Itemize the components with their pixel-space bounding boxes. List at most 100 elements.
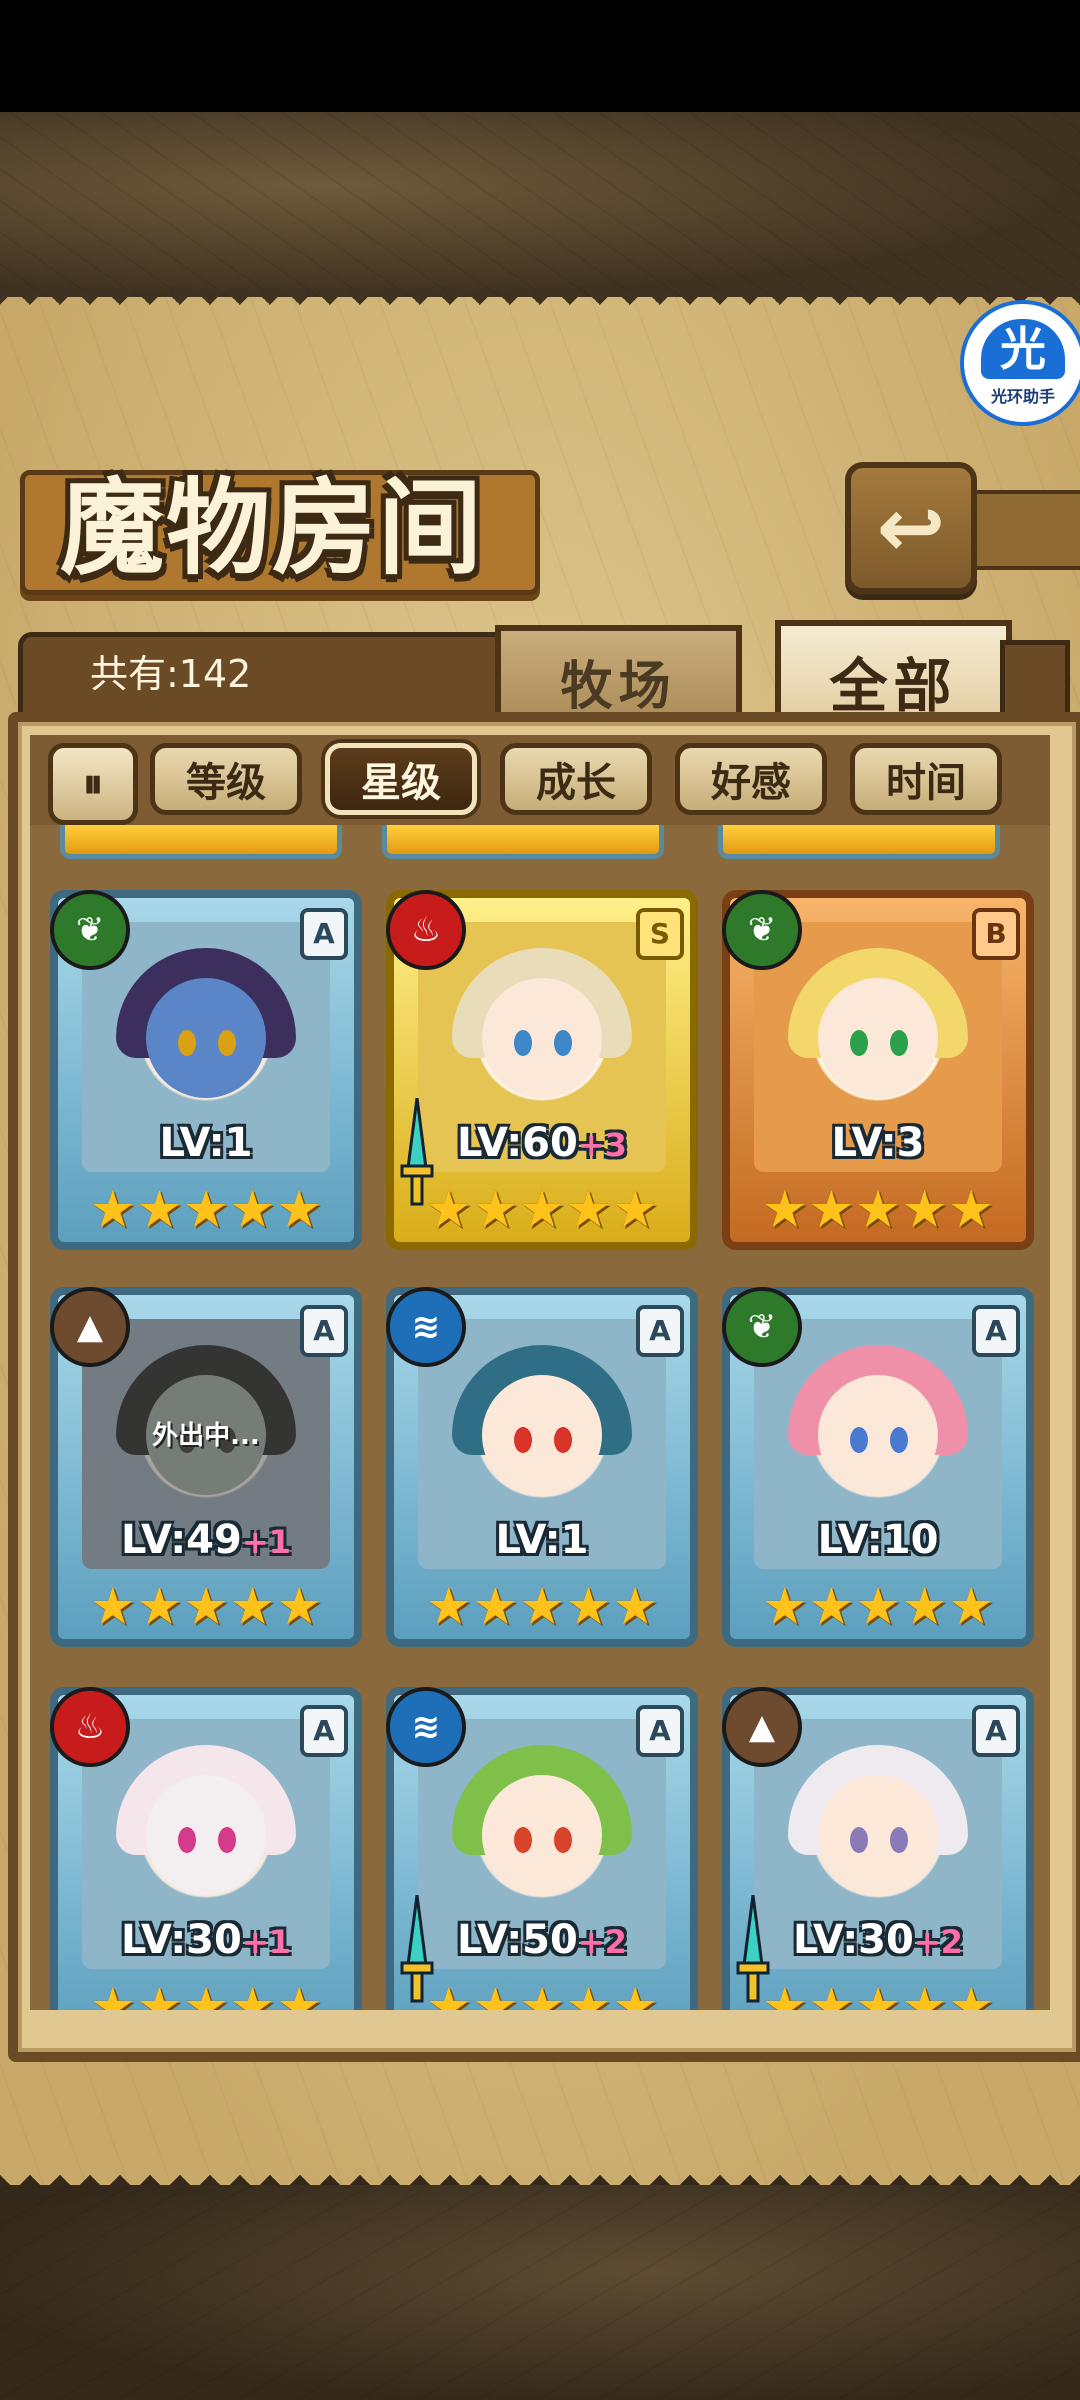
partial-card-bottom bbox=[718, 825, 1000, 859]
water-element-icon: ≋ bbox=[386, 1287, 466, 1367]
rank-badge: A bbox=[972, 1305, 1020, 1357]
monster-card[interactable]: ♨ S LV:60+3 ★★★★★ bbox=[386, 890, 698, 1250]
star-rating: ★★★★★ bbox=[89, 1577, 323, 1637]
level-text: LV:3 bbox=[831, 1120, 925, 1166]
enhance-bonus: +1 bbox=[241, 1923, 291, 1961]
helper-overlay-badge[interactable]: 光 光环助手 bbox=[960, 300, 1080, 426]
rank-badge: A bbox=[300, 1705, 348, 1757]
rank-badge: B bbox=[972, 908, 1020, 960]
level-text: LV:1 bbox=[159, 1120, 253, 1166]
level-text: LV:30 bbox=[793, 1917, 914, 1963]
portrait-face bbox=[146, 978, 266, 1098]
monster-level: LV:1 bbox=[394, 1517, 690, 1563]
monster-card[interactable]: ▲ A LV:30+2 ★★★★★ bbox=[722, 1687, 1034, 2010]
star-rating: ★★★★★ bbox=[425, 1577, 659, 1637]
portrait-face bbox=[482, 978, 602, 1098]
rank-badge: A bbox=[636, 1305, 684, 1357]
monster-card[interactable]: ❦ A LV:10 ★★★★★ bbox=[722, 1287, 1034, 1647]
portrait-eye bbox=[890, 1427, 908, 1453]
star-rating: ★★★★★ bbox=[761, 1977, 995, 2010]
away-status: 外出中... bbox=[152, 1421, 260, 1451]
monster-card[interactable]: ≋ A LV:1 ★★★★★ bbox=[386, 1287, 698, 1647]
star-rating: ★★★★★ bbox=[89, 1977, 323, 2010]
level-text: LV:30 bbox=[121, 1917, 242, 1963]
helper-label: 光环助手 bbox=[990, 387, 1055, 406]
monster-card[interactable]: ≋ A LV:50+2 ★★★★★ bbox=[386, 1687, 698, 2010]
portrait-eye bbox=[850, 1030, 868, 1056]
portrait-face bbox=[818, 1775, 938, 1895]
earth-element-icon: ▲ bbox=[50, 1287, 130, 1367]
rank-badge: S bbox=[636, 908, 684, 960]
level-text: LV:60 bbox=[457, 1120, 578, 1166]
enhance-bonus: +2 bbox=[577, 1923, 627, 1961]
leaf-element-icon: ❦ bbox=[722, 890, 802, 970]
monster-level: LV:49+1 bbox=[58, 1517, 354, 1563]
monster-card[interactable]: ♨ A LV:30+1 ★★★★★ bbox=[50, 1687, 362, 2010]
enhance-bonus: +3 bbox=[577, 1126, 627, 1164]
enhance-bonus: +2 bbox=[913, 1923, 963, 1961]
monster-card[interactable]: ❦ B LV:3 ★★★★★ bbox=[722, 890, 1034, 1250]
monster-level: LV:30+2 bbox=[730, 1917, 1026, 1963]
filter-button[interactable]: 时间 bbox=[850, 743, 1002, 815]
portrait-eye bbox=[514, 1030, 532, 1056]
monster-count: 共有:142 bbox=[90, 652, 252, 696]
fire-element-icon: ♨ bbox=[50, 1687, 130, 1767]
monster-level: LV:1 bbox=[58, 1120, 354, 1166]
monster-level: LV:50+2 bbox=[394, 1917, 690, 1963]
filter-button[interactable]: 好感 bbox=[675, 743, 827, 815]
star-rating: ★★★★★ bbox=[425, 1180, 659, 1240]
partial-card-bottom bbox=[382, 825, 664, 859]
leaf-element-icon: ❦ bbox=[50, 890, 130, 970]
portrait-face bbox=[482, 1775, 602, 1895]
map-background-bottom bbox=[0, 2185, 1080, 2400]
rank-badge: A bbox=[300, 908, 348, 960]
rank-badge: A bbox=[972, 1705, 1020, 1757]
water-element-icon: ≋ bbox=[386, 1687, 466, 1767]
back-button[interactable]: ↩ bbox=[845, 462, 977, 594]
portrait-eye bbox=[178, 1030, 196, 1056]
portrait-face bbox=[146, 1775, 266, 1895]
pause-icon: ⏸ bbox=[83, 761, 103, 807]
monster-level: LV:3 bbox=[730, 1120, 1026, 1166]
level-text: LV:50 bbox=[457, 1917, 578, 1963]
portrait-eye bbox=[178, 1827, 196, 1853]
helper-logo-icon: 光 bbox=[981, 319, 1065, 379]
leaf-element-icon: ❦ bbox=[722, 1287, 802, 1367]
filter-button[interactable]: 成长 bbox=[500, 743, 652, 815]
monster-level: LV:60+3 bbox=[394, 1120, 690, 1166]
monster-level: LV:30+1 bbox=[58, 1917, 354, 1963]
portrait-eye bbox=[890, 1827, 908, 1853]
monster-level: LV:10 bbox=[730, 1517, 1026, 1563]
portrait-eye bbox=[850, 1427, 868, 1453]
portrait-face bbox=[818, 978, 938, 1098]
sort-order-toggle[interactable]: ⏸ bbox=[48, 743, 138, 825]
filter-button[interactable]: 星级 bbox=[325, 743, 477, 815]
system-status-bar bbox=[0, 0, 1080, 112]
monster-grid[interactable]: ❦ A LV:1 ★★★★★ ♨ S LV:60+3 ★★★★★ ❦ B LV:3 ★★★★★ 外出中.… bbox=[30, 825, 1050, 2010]
fire-element-icon: ♨ bbox=[386, 890, 466, 970]
back-button-rail bbox=[965, 490, 1080, 570]
portrait-eye bbox=[554, 1827, 572, 1853]
earth-element-icon: ▲ bbox=[722, 1687, 802, 1767]
filter-button[interactable]: 等级 bbox=[150, 743, 302, 815]
portrait-eye bbox=[554, 1427, 572, 1453]
enhance-bonus: +1 bbox=[241, 1523, 291, 1561]
rank-badge: A bbox=[300, 1305, 348, 1357]
map-background-top bbox=[0, 112, 1080, 297]
portrait-eye bbox=[514, 1827, 532, 1853]
star-rating: ★★★★★ bbox=[761, 1577, 995, 1637]
level-text: LV:49 bbox=[121, 1517, 242, 1563]
star-rating: ★★★★★ bbox=[89, 1180, 323, 1240]
portrait-eye bbox=[514, 1427, 532, 1453]
portrait-eye bbox=[218, 1827, 236, 1853]
monster-card[interactable]: ❦ A LV:1 ★★★★★ bbox=[50, 890, 362, 1250]
page-title: 魔物房间 bbox=[60, 466, 485, 589]
star-rating: ★★★★★ bbox=[425, 1977, 659, 2010]
star-rating: ★★★★★ bbox=[761, 1180, 995, 1240]
portrait-eye bbox=[890, 1030, 908, 1056]
portrait-face bbox=[818, 1375, 938, 1495]
portrait-eye bbox=[218, 1030, 236, 1056]
monster-card[interactable]: 外出中... ▲ A LV:49+1 ★★★★★ bbox=[50, 1287, 362, 1647]
level-text: LV:10 bbox=[817, 1517, 939, 1563]
torn-edge-top bbox=[0, 290, 1080, 320]
